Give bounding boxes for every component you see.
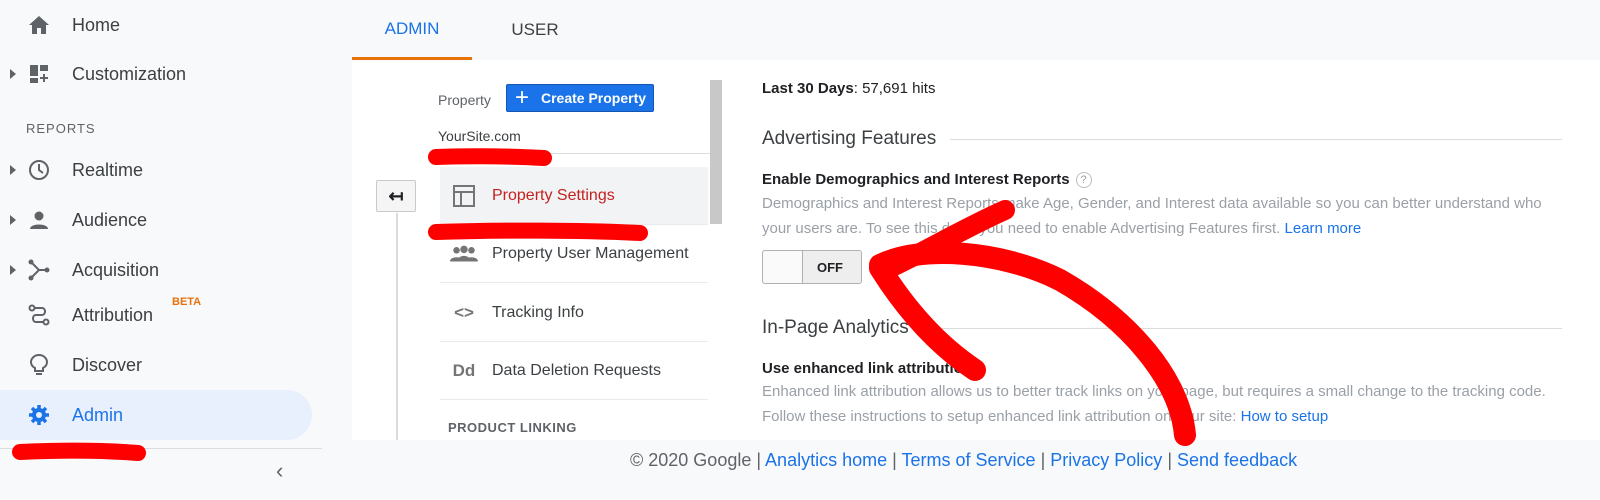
scrollbar[interactable]	[710, 80, 722, 224]
toggle-knob	[763, 251, 803, 283]
copyright: © 2020 Google |	[630, 450, 762, 470]
section-title: Advertising Features	[762, 128, 937, 149]
hits-value: : 57,691 hits	[853, 80, 936, 97]
beta-badge: BETA	[172, 296, 202, 308]
sidebar-item-label: Discover	[72, 354, 143, 375]
sidebar-item-label: Home	[72, 14, 121, 35]
demographics-toggle[interactable]: OFF	[762, 250, 862, 284]
sidebar-item-attribution[interactable]: Attribution BETA	[0, 290, 312, 340]
help-icon[interactable]: ?	[1075, 172, 1092, 189]
caret-right-icon	[10, 265, 16, 275]
divider	[922, 327, 1562, 329]
link-attribution-title: Use enhanced link attribution	[762, 360, 973, 377]
footer-separator: |	[1040, 450, 1046, 470]
link-attribution-description: Enhanced link attribution allows us to b…	[762, 379, 1552, 429]
send-feedback-link[interactable]: Send feedback	[1177, 450, 1297, 470]
menu-item-tracking-info[interactable]: <> Tracking Info	[440, 284, 708, 342]
sidebar-item-label: Audience	[72, 209, 148, 230]
attribution-icon	[26, 302, 52, 328]
lightbulb-icon	[26, 352, 52, 378]
reports-section-label: REPORTS	[26, 121, 96, 136]
home-icon	[26, 12, 52, 38]
divider	[438, 153, 710, 154]
sidebar-item-realtime[interactable]: Realtime	[0, 145, 312, 195]
section-title: In-Page Analytics	[762, 317, 909, 338]
hits-summary: Last 30 Days: 57,691 hits	[762, 80, 935, 97]
hits-label: Last 30 Days	[762, 80, 854, 97]
privacy-link[interactable]: Privacy Policy	[1050, 450, 1162, 470]
terms-link[interactable]: Terms of Service	[902, 450, 1036, 470]
analytics-home-link[interactable]: Analytics home	[765, 450, 887, 470]
sidebar-item-label: Realtime	[72, 159, 144, 180]
menu-item-property-user-management[interactable]: Property User Management	[440, 225, 708, 283]
person-icon	[26, 207, 52, 233]
dd-icon: Dd	[452, 360, 476, 380]
sidebar-item-home[interactable]: Home	[0, 0, 312, 50]
gear-icon	[26, 402, 52, 428]
caret-right-icon	[10, 69, 16, 79]
plus-icon: +	[515, 84, 530, 111]
menu-item-label: Tracking Info	[492, 303, 584, 321]
sidebar-item-discover[interactable]: Discover	[0, 340, 312, 390]
admin-panel: Property + Create Property YourSite.com …	[352, 60, 1600, 440]
code-icon: <>	[454, 302, 474, 322]
caret-right-icon	[10, 215, 16, 225]
demographics-title-text: Enable Demographics and Interest Reports	[762, 171, 1070, 188]
clock-icon	[26, 157, 52, 183]
dashboard-icon	[26, 61, 52, 87]
product-linking-heading: PRODUCT LINKING	[448, 420, 577, 435]
sidebar-item-label: Admin	[72, 404, 124, 425]
property-selector[interactable]: YourSite.com	[438, 128, 521, 144]
menu-item-label: Property User Management	[492, 244, 689, 262]
property-settings-content: Last 30 Days: 57,691 hits Advertising Fe…	[762, 60, 1582, 440]
create-property-label: Create Property	[541, 90, 647, 106]
sidebar-item-admin[interactable]: Admin	[0, 390, 312, 440]
sidebar-item-audience[interactable]: Audience	[0, 195, 312, 245]
footer-separator: |	[1167, 450, 1172, 470]
sidebar-item-acquisition[interactable]: Acquisition	[0, 245, 312, 295]
sidebar-item-customization[interactable]: Customization	[0, 49, 312, 99]
demographics-desc-text: Demographics and Interest Reports make A…	[762, 195, 1542, 237]
footer: © 2020 Google | Analytics home | Terms o…	[630, 450, 1297, 471]
sidebar-item-label: Acquisition	[72, 259, 160, 280]
tab-admin[interactable]: ADMIN	[352, 0, 472, 60]
admin-tabs: ADMIN USER	[352, 0, 1600, 60]
menu-item-data-deletion-requests[interactable]: Dd Data Deletion Requests	[440, 342, 708, 400]
sidebar-item-label: Customization	[72, 63, 187, 84]
toggle-state: OFF	[817, 260, 843, 275]
menu-item-label: Property Settings	[492, 186, 615, 204]
sidebar-divider	[0, 448, 322, 449]
people-icon	[450, 240, 478, 268]
layout-icon	[450, 182, 478, 210]
learn-more-link[interactable]: Learn more	[1285, 220, 1362, 237]
sidebar-item-label: Attribution	[72, 304, 154, 325]
demographics-description: Demographics and Interest Reports make A…	[762, 191, 1552, 241]
demographics-title: Enable Demographics and Interest Reports…	[762, 171, 1092, 189]
back-button[interactable]: ↤	[376, 180, 416, 212]
sidebar: Home Customization REPORTS Realtime Audi…	[0, 0, 322, 500]
tab-user[interactable]: USER	[480, 0, 590, 60]
footer-separator: |	[892, 450, 897, 470]
menu-item-label: Data Deletion Requests	[492, 361, 661, 379]
collapse-sidebar-icon[interactable]: ‹	[276, 458, 283, 484]
link-attr-desc-text: Enhanced link attribution allows us to b…	[762, 383, 1546, 425]
menu-item-property-settings[interactable]: Property Settings	[440, 167, 708, 225]
tree-line	[396, 213, 398, 440]
how-to-setup-link[interactable]: How to setup	[1241, 408, 1329, 425]
acquisition-icon	[26, 257, 52, 283]
divider	[950, 138, 1562, 140]
caret-right-icon	[10, 165, 16, 175]
property-label: Property	[438, 92, 491, 108]
advertising-features-heading: Advertising Features	[762, 128, 1562, 150]
back-arrow-icon: ↤	[388, 185, 404, 206]
create-property-button[interactable]: + Create Property	[506, 84, 654, 112]
in-page-analytics-heading: In-Page Analytics	[762, 317, 1562, 339]
